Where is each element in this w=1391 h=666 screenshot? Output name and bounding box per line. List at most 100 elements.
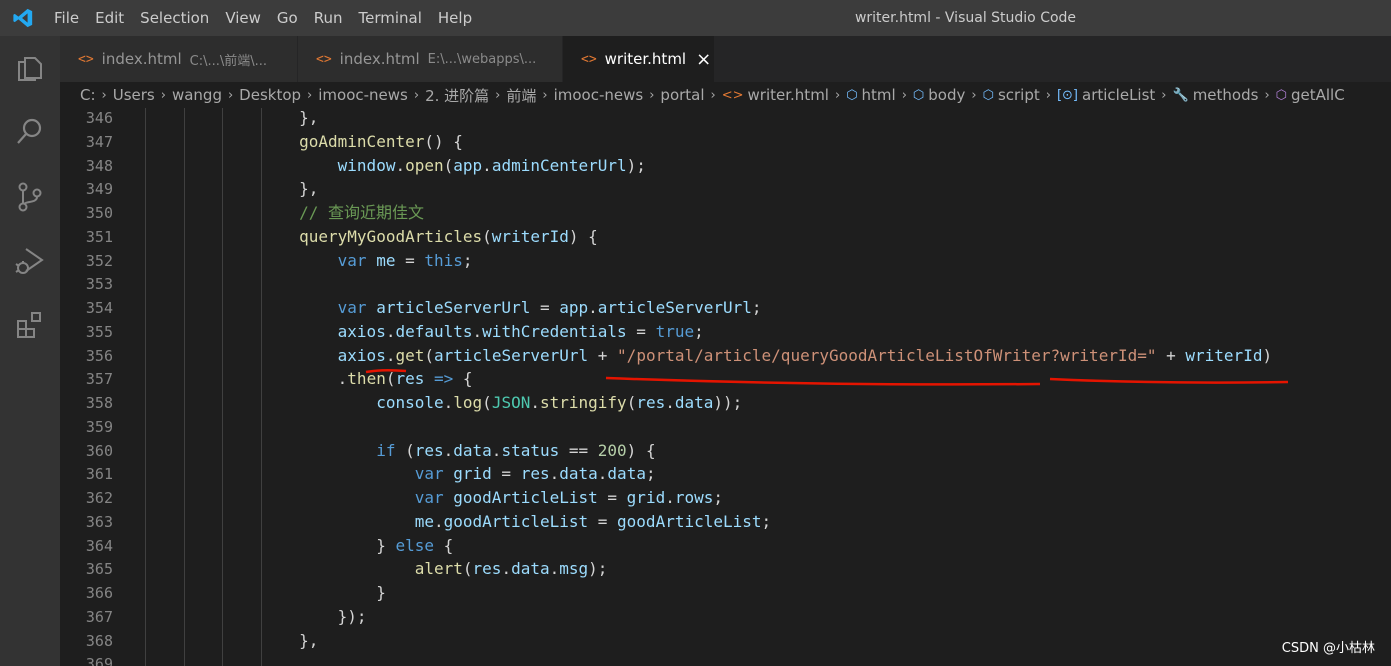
breadcrumb-label: 2. 进阶篇 [425, 86, 490, 105]
line-number: 364 [85, 536, 113, 555]
breadcrumb-item[interactable]: Desktop [239, 86, 301, 104]
breadcrumb: C: › Users › wangg › Desktop › imooc-news › 2. 进阶篇… [60, 82, 1391, 108]
breadcrumb-item[interactable]: C: [80, 86, 96, 104]
menu-item-help[interactable]: Help [430, 0, 480, 36]
line-number: 352 [85, 251, 113, 270]
code-text: }); [299, 606, 367, 626]
code-line: 360 if (res.data.status == 200) { [60, 439, 1391, 463]
chevron-right-icon: › [1264, 87, 1270, 103]
breadcrumb-item[interactable]: ⬡ html [846, 86, 896, 104]
line-number: 368 [85, 631, 113, 650]
html-file-icon: <> [581, 51, 597, 67]
explorer-icon[interactable] [13, 50, 47, 84]
tab-index-html-1[interactable]: <> index.html C:\...\前端\... [60, 36, 298, 82]
title-bar: File Edit Selection View Go Run Terminal Help w… [0, 0, 1391, 36]
code-line: 362 var goodArticleList = grid.rows; [60, 486, 1391, 510]
symbol-icon: ⬡ [846, 87, 858, 103]
chevron-right-icon: › [413, 87, 420, 103]
activity-bar [0, 36, 60, 666]
code-line: 356 axios.get(articleServerUrl + "/porta… [60, 344, 1391, 368]
code-text: axios.get(articleServerUrl + "/portal/ar… [337, 345, 1273, 365]
menu-item-view[interactable]: View [217, 0, 269, 36]
code-text: }, [299, 630, 319, 650]
code-line: 350 // 查询近期佳文 [60, 201, 1391, 225]
chevron-right-icon: › [710, 87, 716, 103]
code-line: 359 [60, 415, 1391, 439]
breadcrumb-label: imooc-news [318, 86, 408, 104]
search-icon[interactable] [13, 114, 47, 148]
line-number: 356 [85, 346, 113, 365]
breadcrumb-item[interactable]: imooc-news [554, 86, 644, 104]
breadcrumb-item[interactable]: 前端 [506, 85, 536, 106]
chevron-right-icon: › [901, 87, 907, 103]
menu-item-edit[interactable]: Edit [87, 0, 132, 36]
menu-item-terminal[interactable]: Terminal [351, 0, 430, 36]
code-text: } [299, 583, 386, 602]
breadcrumb-item[interactable]: 2. 进阶篇 [425, 85, 489, 106]
html-file-icon: <> [721, 87, 744, 103]
breadcrumb-item[interactable]: portal [660, 86, 704, 104]
breadcrumb-item[interactable]: 🔧 methods [1173, 86, 1259, 104]
code-line: 368 }, [60, 629, 1391, 653]
code-editor[interactable]: 346 }, 347 goAdminCenter() {348 window.op… [60, 108, 1391, 666]
chevron-right-icon: › [227, 87, 234, 103]
menu-item-go[interactable]: Go [269, 0, 306, 36]
tab-index-html-2[interactable]: <> index.html E:\...\webapps\... [298, 36, 563, 82]
code-text: var grid = res.data.data; [414, 464, 656, 484]
code-line: 354 var articleServerUrl = app.articleSe… [60, 296, 1391, 320]
breadcrumb-label: C: [80, 86, 96, 104]
chevron-right-icon: › [1161, 87, 1167, 103]
code-line: 349 }, [60, 177, 1391, 201]
tab-description: E:\...\webapps\... [427, 51, 537, 67]
breadcrumb-label: wangg [171, 86, 222, 104]
close-icon[interactable]: × [696, 49, 711, 70]
code-line: 365 alert(res.data.msg); [60, 557, 1391, 581]
line-number: 346 [85, 109, 113, 127]
code-line: 353 [60, 272, 1391, 296]
code-line: 358 console.log(JSON.stringify(res.data)… [60, 391, 1391, 415]
breadcrumb-item[interactable]: ⬡ script [983, 86, 1040, 104]
breadcrumb-label: Users [112, 86, 155, 104]
line-number: 354 [85, 299, 113, 317]
line-number: 359 [85, 417, 113, 436]
code-text: alert(res.data.msg); [414, 559, 608, 579]
html-file-icon: <> [78, 51, 94, 67]
line-number: 358 [85, 394, 113, 412]
breadcrumb-item[interactable]: Users [113, 86, 155, 104]
run-debug-icon[interactable] [13, 244, 47, 278]
extensions-icon[interactable] [13, 308, 47, 342]
code-text: me.goodArticleList = goodArticleList; [414, 511, 772, 531]
breadcrumb-item[interactable]: wangg [172, 86, 222, 104]
code-text: var articleServerUrl = app.articleServer… [337, 298, 762, 317]
chevron-right-icon: › [834, 87, 841, 103]
symbol-icon: ⬡ [912, 87, 925, 103]
breadcrumb-item[interactable]: ⬡ body [913, 86, 965, 104]
code-line: 351 queryMyGoodArticles(writerId) { [60, 225, 1391, 249]
menu-item-file[interactable]: File [46, 0, 87, 36]
code-line: 366 } [60, 581, 1391, 605]
breadcrumb-item[interactable]: [⊙] articleList [1057, 86, 1155, 104]
breadcrumb-item[interactable]: imooc-news [318, 86, 408, 104]
source-control-icon[interactable] [13, 180, 47, 214]
chevron-right-icon: › [649, 87, 655, 103]
tab-label: writer.html [604, 50, 687, 68]
line-number: 355 [85, 322, 113, 341]
line-number: 347 [85, 132, 113, 151]
tab-label: index.html [101, 50, 182, 68]
code-line: 346 }, [60, 108, 1391, 130]
code-line: 363 me.goodArticleList = goodArticleList… [60, 510, 1391, 534]
breadcrumb-label: writer.html [747, 86, 829, 104]
tab-writer-html[interactable]: <> writer.html × [563, 36, 715, 82]
breadcrumb-item[interactable]: <> writer.html [722, 86, 829, 104]
menu-bar: File Edit Selection View Go Run Terminal Help [46, 0, 480, 36]
menu-item-selection[interactable]: Selection [132, 0, 217, 36]
code-line: 348 window.open(app.adminCenterUrl); [60, 154, 1391, 178]
menu-item-run[interactable]: Run [306, 0, 351, 36]
breadcrumb-label: methods [1192, 86, 1259, 104]
breadcrumb-item[interactable]: ⬡ getAllC [1276, 86, 1345, 104]
code-line: 352 var me = this; [60, 249, 1391, 273]
code-text: // 查询近期佳文 [299, 203, 425, 222]
